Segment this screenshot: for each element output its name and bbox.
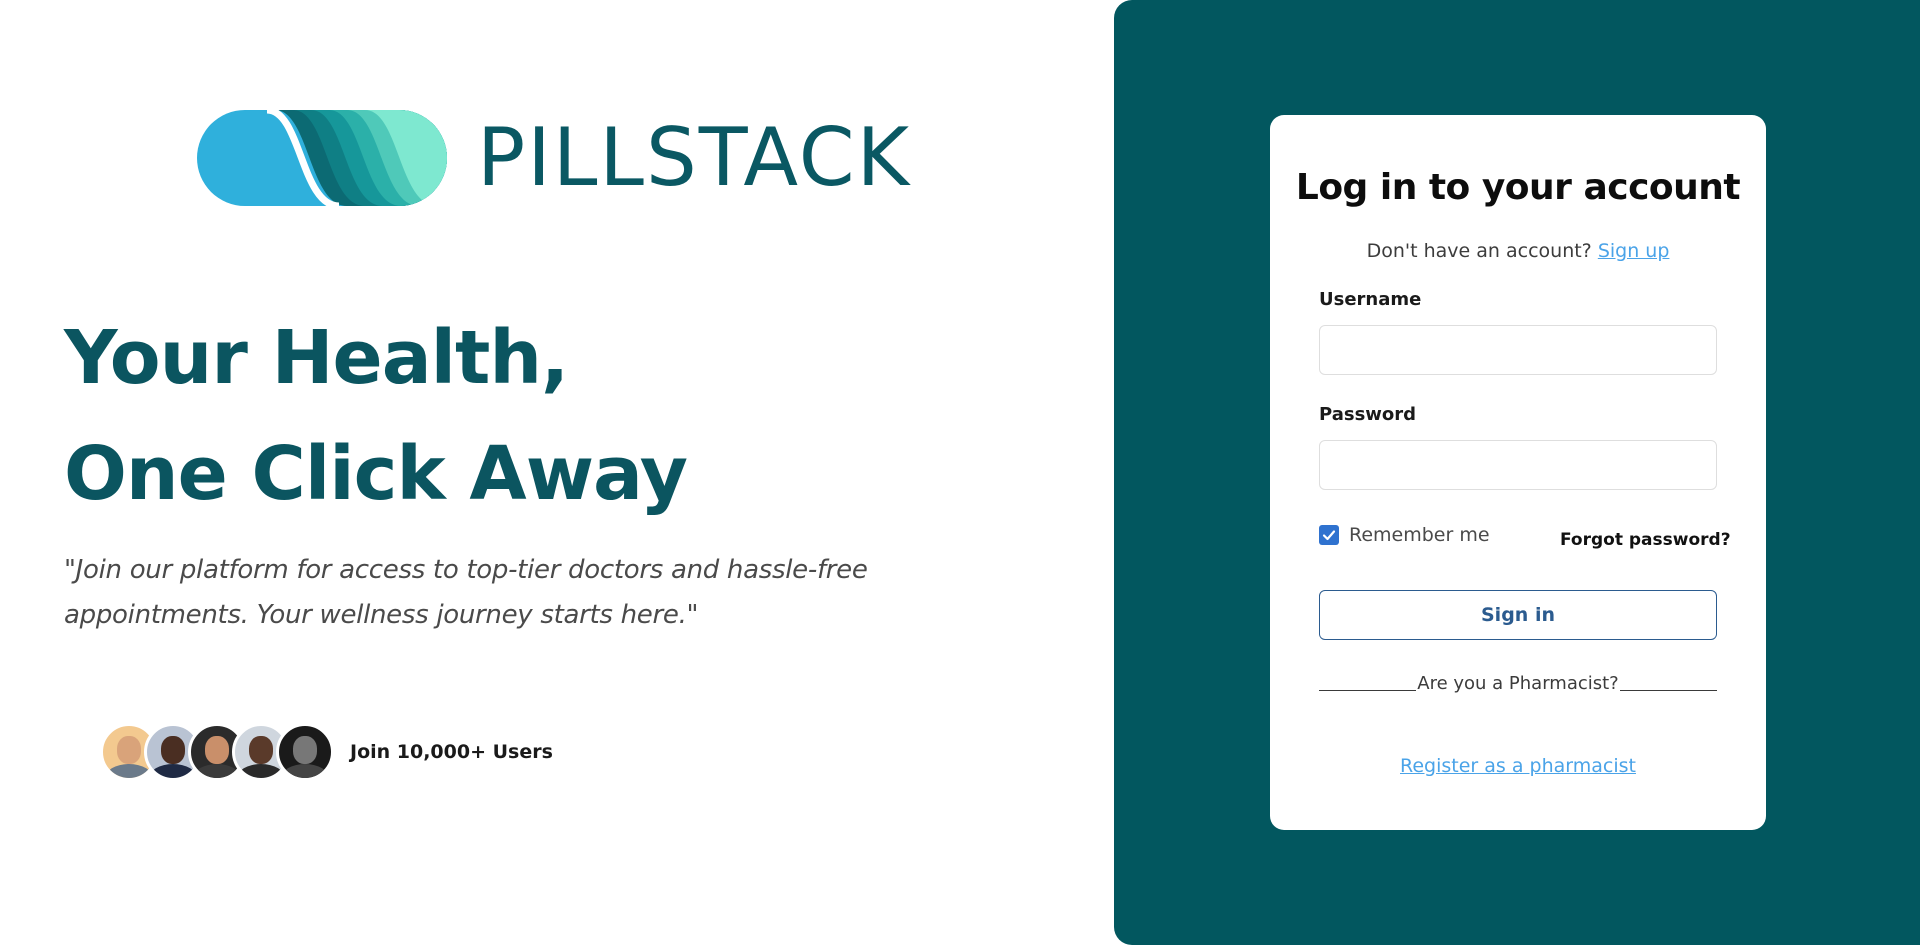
user-face-icon <box>117 736 141 764</box>
register-pharmacist-link[interactable]: Register as a pharmacist <box>1400 755 1636 777</box>
sign-in-button[interactable]: Sign in <box>1319 590 1717 640</box>
remember-label: Remember me <box>1349 524 1490 546</box>
checkmark-icon <box>1322 530 1336 541</box>
social-proof: Join 10,000+ Users <box>100 723 553 781</box>
signup-prompt: Don't have an account? Sign up <box>1270 240 1766 262</box>
remember-checkbox[interactable] <box>1319 525 1339 545</box>
login-title: Log in to your account <box>1295 167 1741 208</box>
user-face-icon <box>293 736 317 764</box>
divider-line-left <box>1319 690 1416 691</box>
user-body-icon <box>193 764 241 778</box>
avatar <box>276 723 334 781</box>
user-body-icon <box>149 764 197 778</box>
password-input[interactable] <box>1319 440 1717 490</box>
user-body-icon <box>105 764 153 778</box>
user-body-icon <box>237 764 285 778</box>
forgot-password-link[interactable]: Forgot password? <box>1560 530 1731 550</box>
pill-logo-icon <box>197 110 447 206</box>
social-proof-text: Join 10,000+ Users <box>350 741 553 763</box>
login-page: PILLSTACK Your Health, One Click Away "J… <box>0 0 1920 945</box>
login-card: Log in to your account Don't have an acc… <box>1270 115 1766 830</box>
hero-tagline: "Join our platform for access to top-tie… <box>64 555 868 630</box>
password-label: Password <box>1319 404 1417 425</box>
username-input[interactable] <box>1319 325 1717 375</box>
username-label: Username <box>1319 289 1422 310</box>
hero-headline: Your Health, One Click Away <box>64 300 688 532</box>
register-section: Register as a pharmacist <box>1270 755 1766 777</box>
hero-section: PILLSTACK Your Health, One Click Away "J… <box>0 0 1114 945</box>
user-body-icon <box>281 764 329 778</box>
brand-name: PILLSTACK <box>477 111 912 204</box>
pharmacist-divider: Are you a Pharmacist? <box>1319 673 1717 694</box>
user-face-icon <box>161 736 185 764</box>
signup-prompt-text: Don't have an account? <box>1366 240 1592 262</box>
headline-line-2: One Click Away <box>64 431 688 517</box>
remember-me[interactable]: Remember me <box>1319 524 1490 546</box>
signup-link[interactable]: Sign up <box>1598 240 1670 262</box>
headline-line-1: Your Health, <box>64 315 569 401</box>
brand-logo: PILLSTACK <box>197 110 911 206</box>
user-face-icon <box>249 736 273 764</box>
divider-text: Are you a Pharmacist? <box>1417 673 1619 694</box>
user-face-icon <box>205 736 229 764</box>
avatar-group <box>100 723 334 781</box>
divider-line-right <box>1620 690 1717 691</box>
